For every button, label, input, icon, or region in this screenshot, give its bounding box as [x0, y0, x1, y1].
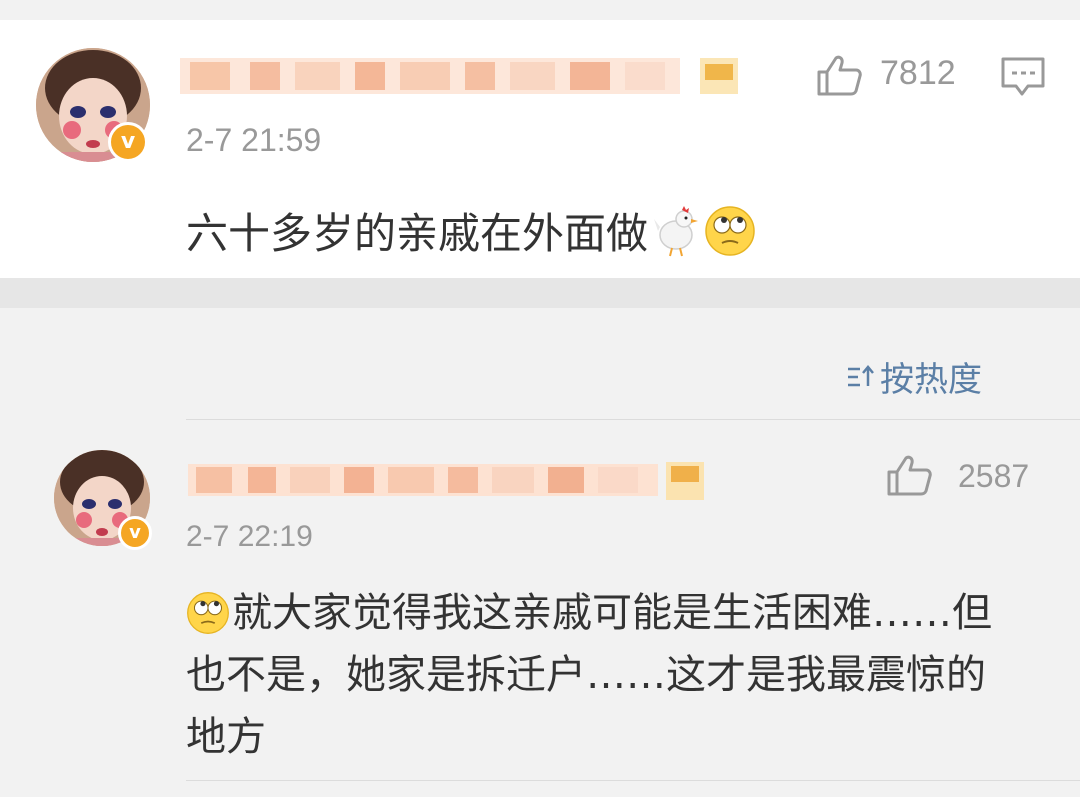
comment-text: 六十多岁的亲戚在外面做 [186, 209, 649, 258]
comment-icon[interactable] [1000, 56, 1046, 98]
rolling-eyes-emoji-icon [187, 592, 229, 634]
comment-content: 六十多岁的亲戚在外面做 [186, 200, 756, 261]
verified-badge-icon: v [118, 516, 152, 550]
sort-label: 按热度 [880, 360, 982, 400]
username-blurred[interactable] [180, 52, 740, 100]
chicken-emoji-icon [654, 205, 699, 256]
reply-text-line-2: 也不是，她家是拆迁户……这才是我最震惊的 [186, 652, 986, 698]
thumbs-up-icon[interactable] [886, 454, 932, 496]
reply-line-1: 就大家觉得我这亲戚可能是生活困难……但 [186, 582, 1066, 644]
sort-by-hot-button[interactable]: 按热度 [846, 352, 982, 401]
rolling-eyes-emoji-icon [705, 205, 755, 256]
sort-icon [848, 364, 874, 386]
reply-content: 就大家觉得我这亲戚可能是生活困难……但 也不是，她家是拆迁户……这才是我最震惊的… [186, 582, 1066, 768]
like-count: 7812 [880, 54, 956, 92]
comment-time: 2-7 21:59 [186, 122, 322, 158]
section-divider [0, 278, 1080, 308]
reply-text-line-3: 地方 [186, 714, 266, 760]
divider-line [186, 419, 1080, 420]
reply-time: 2-7 22:19 [186, 520, 313, 553]
reply-like-count: 2587 [958, 458, 1030, 494]
verified-badge-icon: v [108, 122, 148, 162]
top-gap [0, 0, 1080, 20]
thumbs-up-icon[interactable] [816, 54, 862, 96]
reply-username-blurred[interactable] [188, 458, 708, 502]
reply-text-line-1: 就大家觉得我这亲戚可能是生活困难……但 [232, 590, 992, 636]
divider-line [186, 780, 1080, 781]
